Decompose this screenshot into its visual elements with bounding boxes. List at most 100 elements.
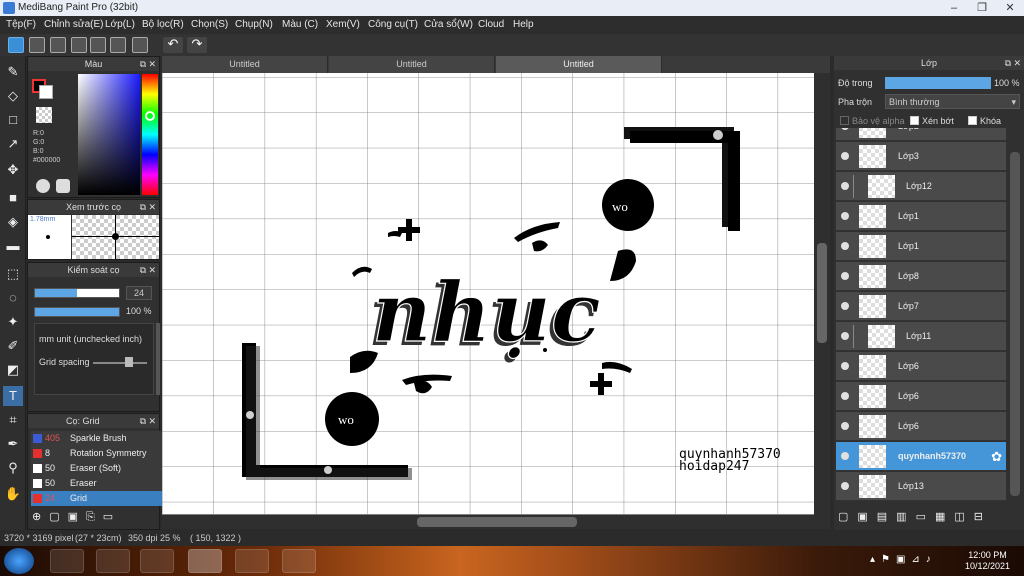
eye-icon[interactable] bbox=[841, 242, 849, 250]
brush-size-slider[interactable] bbox=[34, 288, 120, 298]
dock-icon[interactable]: ⧉ bbox=[140, 57, 146, 71]
ie-icon[interactable] bbox=[50, 549, 84, 573]
page-icon[interactable] bbox=[90, 37, 106, 53]
tray-icons[interactable]: ▴⚑▣⊿♪ bbox=[870, 554, 937, 565]
color-mode-icon[interactable] bbox=[56, 179, 70, 193]
brush-item[interactable]: 405 Sparkle Brush bbox=[31, 431, 171, 446]
layer-row[interactable]: Lớp6 bbox=[836, 382, 1006, 411]
eye-icon[interactable] bbox=[841, 482, 849, 490]
layer-row[interactable]: Lớp6 bbox=[836, 412, 1006, 441]
gear-icon[interactable]: ✿ bbox=[991, 449, 1002, 465]
eye-icon[interactable] bbox=[841, 182, 849, 190]
eye-icon[interactable] bbox=[841, 422, 849, 430]
drawing-canvas[interactable]: wo wo nhục nhục quynhanh57370 hoidap247 bbox=[162, 73, 814, 514]
select-eraser-icon[interactable]: ◩ bbox=[3, 360, 23, 380]
operation-tool-icon[interactable]: ⌗ bbox=[3, 410, 23, 430]
lock-checkbox[interactable] bbox=[968, 116, 977, 125]
grid-spacing-slider[interactable] bbox=[93, 362, 147, 364]
cloud-icon[interactable] bbox=[8, 37, 24, 53]
grid-spacing-handle[interactable] bbox=[125, 357, 133, 367]
eye-icon[interactable] bbox=[841, 128, 849, 130]
tray-clock[interactable]: 12:00 PM 10/12/2021 bbox=[965, 550, 1010, 572]
canvas-vertical-scrollbar[interactable] bbox=[814, 73, 830, 515]
eye-icon[interactable] bbox=[841, 362, 849, 370]
eye-icon[interactable] bbox=[841, 452, 849, 460]
dock-icon[interactable]: ⧉ bbox=[140, 263, 146, 277]
saturation-value-picker[interactable] bbox=[78, 74, 140, 195]
tab-untitled-2[interactable]: Untitled bbox=[329, 56, 495, 73]
close-icon[interactable]: ✕ bbox=[1013, 56, 1021, 70]
transparent-color-swatch[interactable] bbox=[36, 107, 52, 123]
menu-layer[interactable]: Lớp(L) bbox=[105, 19, 135, 30]
menu-select[interactable]: Chọn(S) bbox=[191, 19, 228, 30]
layer-row[interactable]: Lớp13 bbox=[836, 472, 1006, 501]
eye-icon[interactable] bbox=[841, 302, 849, 310]
minimize-button[interactable]: – bbox=[940, 0, 968, 16]
menu-help[interactable]: Help bbox=[513, 19, 534, 30]
palette-icon[interactable] bbox=[36, 179, 50, 193]
dropper-icon[interactable]: ⚲ bbox=[3, 458, 23, 478]
brush-item[interactable]: 24 Grid bbox=[31, 491, 171, 506]
brush-size-value[interactable]: 24 bbox=[126, 286, 152, 300]
brush-item[interactable]: 50 Eraser (Soft) bbox=[31, 461, 171, 476]
lasso-tool-icon[interactable]: ◌ bbox=[3, 288, 23, 308]
canvas-area[interactable]: wo wo nhục nhục quynhanh57370 hoidap247 bbox=[162, 73, 830, 515]
medibang-taskbar-icon[interactable] bbox=[188, 549, 222, 573]
layer-row[interactable]: Lớp11 bbox=[836, 322, 1006, 351]
brush-tool-icon[interactable]: ✎ bbox=[3, 62, 23, 82]
layer-row[interactable]: Lớp2 bbox=[836, 128, 1006, 141]
brush-opacity-slider[interactable] bbox=[34, 307, 120, 317]
gradient-tool-icon[interactable]: ▬ bbox=[3, 236, 23, 256]
comment-icon[interactable] bbox=[50, 37, 66, 53]
close-icon[interactable]: ✕ bbox=[148, 263, 156, 277]
hand-tool-icon[interactable]: ✋ bbox=[3, 484, 23, 504]
brush-item[interactable]: 50 Eraser bbox=[31, 476, 171, 491]
tab-untitled-3[interactable]: Untitled bbox=[496, 56, 662, 73]
fill-rect-icon[interactable]: ■ bbox=[3, 188, 23, 208]
maximize-button[interactable]: ❐ bbox=[968, 0, 996, 16]
eraser-tool-icon[interactable]: ◇ bbox=[3, 86, 23, 106]
start-button[interactable] bbox=[4, 548, 34, 574]
layer-footer-icons[interactable]: ▢▣▤▥▭▦◫⊟ bbox=[838, 510, 1022, 526]
protect-alpha-checkbox[interactable] bbox=[840, 116, 849, 125]
clip-checkbox[interactable] bbox=[910, 116, 919, 125]
menu-filter[interactable]: Bộ lọc(R) bbox=[142, 19, 184, 30]
close-icon[interactable]: ✕ bbox=[148, 200, 156, 214]
menu-file[interactable]: Tệp(F) bbox=[6, 19, 36, 30]
bucket-tool-icon[interactable]: ◈ bbox=[3, 212, 23, 232]
magic-wand-icon[interactable]: ✦ bbox=[3, 312, 23, 332]
hue-slider[interactable] bbox=[142, 74, 158, 195]
menu-cloud[interactable]: Cloud bbox=[478, 19, 504, 30]
vertical-scroll-thumb[interactable] bbox=[817, 243, 827, 343]
eye-icon[interactable] bbox=[841, 152, 849, 160]
media-icon[interactable] bbox=[140, 549, 174, 573]
brush-list-footer-icons[interactable]: ⊕▢▣⎘▭ bbox=[32, 510, 158, 528]
layer-row[interactable]: Lớp12 bbox=[836, 172, 1006, 201]
dock-icon[interactable]: ⧉ bbox=[140, 200, 146, 214]
tab-untitled-1[interactable]: Untitled bbox=[162, 56, 328, 73]
canvas-horizontal-scrollbar[interactable] bbox=[162, 515, 830, 529]
chrome-icon[interactable] bbox=[235, 549, 269, 573]
menu-tools[interactable]: Công cụ(T) bbox=[368, 19, 418, 30]
message-icon[interactable] bbox=[71, 37, 87, 53]
menu-edit[interactable]: Chỉnh sửa(E) bbox=[44, 19, 104, 30]
layer-row[interactable]: Lớp6 bbox=[836, 352, 1006, 381]
menu-view[interactable]: Xem(V) bbox=[326, 19, 360, 30]
layer-opacity-slider[interactable] bbox=[885, 77, 991, 89]
dock-icon[interactable]: ⧉ bbox=[140, 414, 146, 428]
close-icon[interactable]: ✕ bbox=[148, 57, 156, 71]
layer-list-scrollbar[interactable] bbox=[1010, 152, 1020, 496]
menu-snap[interactable]: Chụp(N) bbox=[235, 19, 273, 30]
brush-item[interactable]: 8 Rotation Symmetry bbox=[31, 446, 171, 461]
folder-icon[interactable] bbox=[96, 549, 130, 573]
horizontal-scroll-thumb[interactable] bbox=[417, 517, 577, 527]
eye-icon[interactable] bbox=[841, 332, 849, 340]
dock-icon[interactable]: ⧉ bbox=[1005, 56, 1011, 70]
layer-row[interactable]: Lớp1 bbox=[836, 232, 1006, 261]
brush-settings-scrollbar[interactable] bbox=[156, 323, 160, 395]
eyedropper-icon[interactable]: ✒ bbox=[3, 434, 23, 454]
redo-icon[interactable]: ↷ bbox=[187, 37, 207, 53]
layer-row[interactable]: Lớp8 bbox=[836, 262, 1006, 291]
hue-handle[interactable] bbox=[145, 111, 155, 121]
grid-icon[interactable] bbox=[132, 37, 148, 53]
